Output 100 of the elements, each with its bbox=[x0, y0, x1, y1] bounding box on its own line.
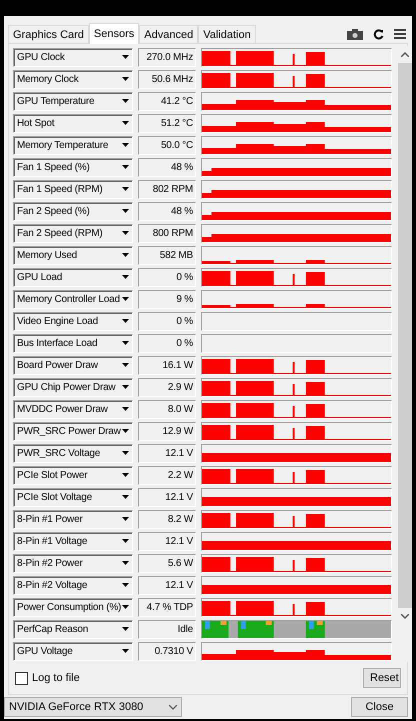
sensor-dropdown[interactable]: Fan 1 Speed (RPM) bbox=[13, 180, 133, 198]
caret-icon bbox=[122, 495, 129, 499]
caret-icon bbox=[122, 165, 129, 169]
tab[interactable]: Graphics Card bbox=[8, 25, 89, 43]
scrollbar[interactable] bbox=[398, 46, 412, 662]
sensor-value: 12.1 V bbox=[138, 444, 196, 462]
sensor-value: 9 % bbox=[138, 290, 196, 308]
scroll-up-icon[interactable] bbox=[401, 52, 409, 57]
sensor-dropdown[interactable]: GPU Voltage bbox=[13, 642, 133, 660]
sensor-dropdown[interactable]: Board Power Draw bbox=[13, 356, 133, 374]
refresh-icon[interactable] bbox=[373, 28, 384, 40]
caret-icon bbox=[122, 605, 129, 609]
sensor-dropdown[interactable]: Memory Temperature bbox=[13, 136, 133, 154]
caret-icon bbox=[122, 121, 129, 125]
sensor-value: 5.6 W bbox=[138, 554, 196, 572]
sensor-dropdown[interactable]: PCIe Slot Voltage bbox=[13, 488, 133, 506]
caret-icon bbox=[122, 143, 129, 147]
sensor-value: 0 % bbox=[138, 334, 196, 352]
sensor-value: 48 % bbox=[138, 158, 196, 176]
sensor-value: 16.1 W bbox=[138, 356, 196, 374]
sensor-value: 800 RPM bbox=[138, 224, 196, 242]
caret-icon bbox=[122, 627, 129, 631]
sensor-value: 50.0 °C bbox=[138, 136, 196, 154]
caret-icon bbox=[122, 297, 129, 301]
caret-icon bbox=[122, 77, 129, 81]
sensor-value: 0.7310 V bbox=[138, 642, 196, 660]
caret-icon bbox=[122, 363, 129, 367]
sensor-value: 50.6 MHz bbox=[138, 70, 196, 88]
sensor-value: 270.0 MHz bbox=[138, 48, 196, 66]
caret-icon bbox=[122, 231, 129, 235]
gpu-select[interactable]: NVIDIA GeForce RTX 3080 bbox=[4, 697, 182, 717]
close-button[interactable]: Close bbox=[351, 697, 408, 717]
sensor-value: 12.1 V bbox=[138, 576, 196, 594]
caret-icon bbox=[122, 561, 129, 565]
chevron-icon bbox=[169, 704, 177, 710]
sensor-dropdown[interactable]: 8-Pin #2 Power bbox=[13, 554, 133, 572]
sensor-dropdown[interactable]: PWR_SRC Voltage bbox=[13, 444, 133, 462]
sensor-value: 12.1 V bbox=[138, 488, 196, 506]
tab[interactable]: Advanced bbox=[139, 25, 198, 43]
caret-icon bbox=[122, 451, 129, 455]
caret-icon bbox=[122, 407, 129, 411]
sensor-dropdown[interactable]: Bus Interface Load bbox=[13, 334, 133, 352]
sensor-dropdown[interactable]: Memory Controller Load bbox=[13, 290, 133, 308]
sensor-value: 2.2 W bbox=[138, 466, 196, 484]
sensor-dropdown[interactable]: Hot Spot bbox=[13, 114, 133, 132]
sensor-value: 2.9 W bbox=[138, 378, 196, 396]
sensor-dropdown[interactable]: GPU Clock bbox=[13, 48, 133, 66]
sensor-dropdown[interactable]: 8-Pin #1 Power bbox=[13, 510, 133, 528]
sensor-dropdown[interactable]: 8-Pin #2 Voltage bbox=[13, 576, 133, 594]
caret-icon bbox=[122, 539, 129, 543]
sensor-value: 48 % bbox=[138, 202, 196, 220]
caret-icon bbox=[122, 253, 129, 257]
caret-icon bbox=[122, 209, 129, 213]
sensor-dropdown[interactable]: Fan 1 Speed (%) bbox=[13, 158, 133, 176]
caret-icon bbox=[122, 275, 129, 279]
caret-icon bbox=[122, 341, 129, 345]
menu-icon[interactable] bbox=[394, 29, 406, 39]
sensor-dropdown[interactable]: Fan 2 Speed (RPM) bbox=[13, 224, 133, 242]
sensor-dropdown[interactable]: Memory Clock bbox=[13, 70, 133, 88]
caret-icon bbox=[122, 517, 129, 521]
checkbox-label: Log to file bbox=[32, 672, 80, 684]
camera-icon[interactable] bbox=[347, 28, 363, 40]
sensor-value: 12.9 W bbox=[138, 422, 196, 440]
sensor-dropdown[interactable]: Power Consumption (%) bbox=[13, 598, 133, 616]
sensor-dropdown[interactable]: 8-Pin #1 Voltage bbox=[13, 532, 133, 550]
sensor-dropdown[interactable]: GPU Temperature bbox=[13, 92, 133, 110]
reset-button[interactable]: Reset bbox=[363, 668, 401, 688]
sensor-dropdown[interactable]: PWR_SRC Power Draw bbox=[13, 422, 133, 440]
caret-icon bbox=[122, 649, 129, 653]
tab[interactable]: Sensors bbox=[88, 23, 140, 44]
sensor-value: 41.2 °C bbox=[138, 92, 196, 110]
sensor-value: 12.1 V bbox=[138, 532, 196, 550]
sensor-value: 8.0 W bbox=[138, 400, 196, 418]
sensor-value: Idle bbox=[138, 620, 196, 638]
sensor-dropdown[interactable]: GPU Load bbox=[13, 268, 133, 286]
sensor-value: 0 % bbox=[138, 312, 196, 330]
caret-icon bbox=[122, 429, 129, 433]
sensor-value: 4.7 % TDP bbox=[138, 598, 196, 616]
sensor-dropdown[interactable]: PerfCap Reason bbox=[13, 620, 133, 638]
sensor-dropdown[interactable]: Memory Used bbox=[13, 246, 133, 264]
sensor-dropdown[interactable]: PCIe Slot Power bbox=[13, 466, 133, 484]
sensor-dropdown[interactable]: Fan 2 Speed (%) bbox=[13, 202, 133, 220]
caret-icon bbox=[122, 187, 129, 191]
sensor-dropdown[interactable]: MVDDC Power Draw bbox=[13, 400, 133, 418]
sensor-dropdown[interactable]: GPU Chip Power Draw bbox=[13, 378, 133, 396]
sensor-dropdown[interactable]: Video Engine Load bbox=[13, 312, 133, 330]
sensor-value: 8.2 W bbox=[138, 510, 196, 528]
caret-icon bbox=[122, 473, 129, 477]
caret-icon bbox=[122, 99, 129, 103]
scroll-down-icon[interactable] bbox=[401, 614, 409, 619]
checkbox[interactable] bbox=[15, 672, 28, 684]
caret-icon bbox=[122, 319, 129, 323]
caret-icon bbox=[122, 583, 129, 587]
sensor-value: 582 MB bbox=[138, 246, 196, 264]
sensor-value: 802 RPM bbox=[138, 180, 196, 198]
caret-icon bbox=[122, 385, 129, 389]
tab[interactable]: Validation bbox=[198, 25, 256, 43]
sensor-value: 0 % bbox=[138, 268, 196, 286]
caret-icon bbox=[122, 55, 129, 59]
sensor-value: 51.2 °C bbox=[138, 114, 196, 132]
